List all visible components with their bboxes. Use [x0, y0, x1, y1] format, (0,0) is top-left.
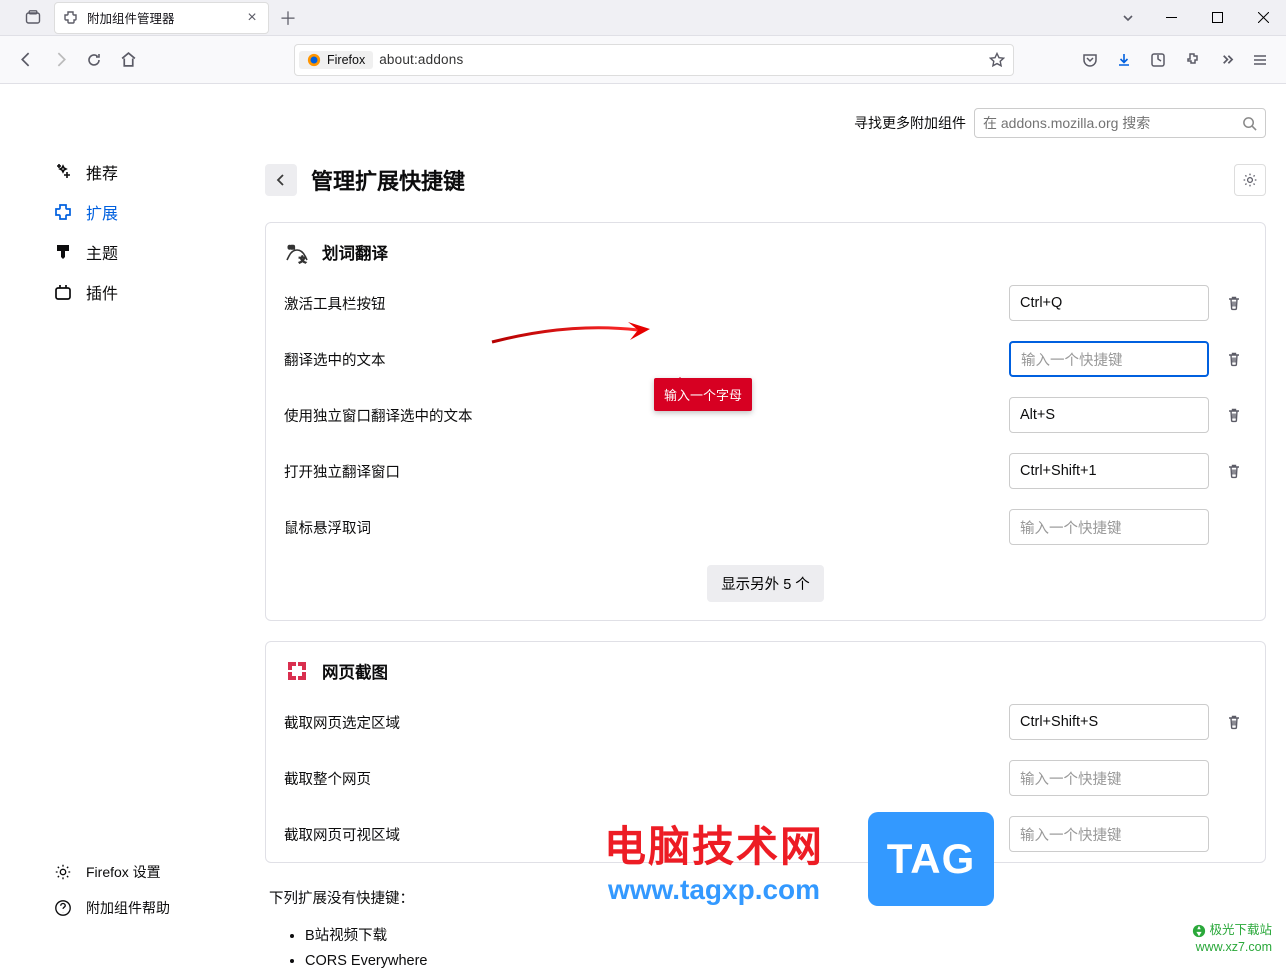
- url-text: about:addons: [379, 52, 979, 67]
- home-button[interactable]: [112, 44, 144, 76]
- firefox-logo-icon: [307, 53, 321, 67]
- shortcut-input[interactable]: 输入一个快捷键: [1009, 760, 1209, 796]
- shortcut-settings-button[interactable]: [1234, 164, 1266, 196]
- shortcut-delete-button[interactable]: [1221, 709, 1247, 735]
- sidebar-item-label: Firefox 设置: [86, 862, 161, 882]
- page-title: 管理扩展快捷键: [311, 164, 1220, 196]
- shortcut-row: 截取网页选定区域 Ctrl+Shift+S: [266, 694, 1265, 750]
- sidebar-item-label: 扩展: [86, 200, 118, 224]
- url-identity-label: Firefox: [327, 53, 365, 67]
- sidebar-item-label: 附加组件帮助: [86, 898, 170, 918]
- extensions-button[interactable]: [1176, 44, 1208, 76]
- shortcut-label: 打开独立翻译窗口: [284, 461, 997, 482]
- sidebar-item-recommendations[interactable]: 推荐: [44, 152, 245, 192]
- extension-name: 网页截图: [322, 659, 388, 683]
- app-menu-button[interactable]: [1244, 44, 1276, 76]
- shortcut-row: 翻译选中的文本输入一个快捷键输入一个字母: [266, 331, 1265, 387]
- search-icon: [1242, 116, 1257, 131]
- shortcut-delete-button[interactable]: [1221, 346, 1247, 372]
- tab-favicon-addon-icon: [63, 10, 79, 26]
- back-to-extensions-button[interactable]: [265, 164, 297, 196]
- sidebar: 推荐 扩展 主题 插件 Firefox 设置 附加组件帮助: [0, 84, 265, 970]
- plugin-icon: [52, 281, 74, 303]
- downloads-button[interactable]: [1108, 44, 1140, 76]
- tab-spaces-button[interactable]: [18, 3, 48, 33]
- shortcut-input[interactable]: Alt+S: [1009, 397, 1209, 433]
- shortcut-input[interactable]: 输入一个快捷键: [1009, 509, 1209, 545]
- forward-button[interactable]: [44, 44, 76, 76]
- paintbrush-icon: [52, 241, 74, 263]
- shortcut-label: 翻译选中的文本: [284, 349, 997, 370]
- extension-name: 划词翻译: [322, 240, 388, 264]
- url-identity-box[interactable]: Firefox: [299, 51, 373, 69]
- shortcut-input[interactable]: 输入一个快捷键: [1009, 341, 1209, 377]
- shortcut-row: 鼠标悬浮取词输入一个快捷键: [266, 499, 1265, 555]
- sidebar-item-themes[interactable]: 主题: [44, 232, 245, 272]
- browser-tab[interactable]: 附加组件管理器 ×: [54, 2, 269, 34]
- help-icon: [52, 897, 74, 919]
- shortcut-label: 使用独立窗口翻译选中的文本: [284, 405, 997, 426]
- no-shortcut-item: CORS Everywhere: [305, 949, 1266, 970]
- bookmark-star-button[interactable]: [985, 48, 1009, 72]
- shortcut-input[interactable]: 输入一个快捷键: [1009, 816, 1209, 852]
- shortcut-delete-button[interactable]: [1221, 402, 1247, 428]
- extension-card: en文划词翻译激活工具栏按钮Ctrl+Q翻译选中的文本输入一个快捷键输入一个字母…: [265, 222, 1266, 621]
- shortcut-delete-button[interactable]: [1221, 290, 1247, 316]
- extension-card: 网页截图截取网页选定区域Ctrl+Shift+S截取整个网页输入一个快捷键截取网…: [265, 641, 1266, 863]
- shortcut-label: 鼠标悬浮取词: [284, 517, 997, 538]
- shortcut-row: 截取整个网页输入一个快捷键: [266, 750, 1265, 806]
- puzzle-icon: [52, 201, 74, 223]
- svg-text:文: 文: [299, 255, 306, 264]
- reload-button[interactable]: [78, 44, 110, 76]
- window-maximize-button[interactable]: [1194, 0, 1240, 36]
- shortcut-input[interactable]: Ctrl+Q: [1009, 285, 1209, 321]
- account-button[interactable]: [1142, 44, 1174, 76]
- shortcut-label: 激活工具栏按钮: [284, 293, 997, 314]
- sidebar-item-label: 推荐: [86, 160, 118, 184]
- no-shortcut-list: B站视频下载CORS EverywhereGlobal Speed: 视频速度控…: [269, 920, 1266, 970]
- sidebar-item-label: 插件: [86, 280, 118, 304]
- url-bar[interactable]: Firefox about:addons: [294, 44, 1014, 76]
- sparkle-icon: [52, 161, 74, 183]
- tabs-dropdown-button[interactable]: [1108, 3, 1148, 33]
- svg-text:en: en: [288, 245, 295, 251]
- shortcut-row: 使用独立窗口翻译选中的文本 Alt+S: [266, 387, 1265, 443]
- shortcut-delete-button[interactable]: [1221, 458, 1247, 484]
- extension-icon: [284, 658, 310, 684]
- window-minimize-button[interactable]: [1148, 0, 1194, 36]
- sidebar-item-plugins[interactable]: 插件: [44, 272, 245, 312]
- shortcut-input[interactable]: Ctrl+Shift+1: [1009, 453, 1209, 489]
- shortcut-error-tooltip: 输入一个字母: [654, 378, 752, 411]
- navigation-toolbar: Firefox about:addons: [0, 36, 1286, 84]
- no-shortcut-item: B站视频下载: [305, 920, 1266, 949]
- back-button[interactable]: [10, 44, 42, 76]
- gear-icon: [52, 861, 74, 883]
- shortcut-label: 截取整个网页: [284, 768, 997, 789]
- new-tab-button[interactable]: ＋: [273, 3, 303, 33]
- tab-close-button[interactable]: ×: [244, 10, 260, 26]
- title-bar: 附加组件管理器 × ＋: [0, 0, 1286, 36]
- tab-title: 附加组件管理器: [87, 8, 236, 27]
- sidebar-item-addon-help[interactable]: 附加组件帮助: [44, 890, 245, 926]
- sidebar-item-label: 主题: [86, 240, 118, 264]
- no-shortcut-section: 下列扩展没有快捷键： B站视频下载CORS EverywhereGlobal S…: [265, 883, 1266, 970]
- shortcut-row: 打开独立翻译窗口 Ctrl+Shift+1: [266, 443, 1265, 499]
- extension-icon: en 文: [284, 239, 310, 265]
- sidebar-item-extensions[interactable]: 扩展: [44, 192, 245, 232]
- shortcut-row: 激活工具栏按钮 Ctrl+Q: [266, 275, 1265, 331]
- search-placeholder: 在 addons.mozilla.org 搜索: [983, 113, 1242, 133]
- overflow-button[interactable]: [1210, 44, 1242, 76]
- window-close-button[interactable]: [1240, 0, 1286, 36]
- show-more-button[interactable]: 显示另外 5 个: [707, 565, 824, 602]
- search-addons-label: 寻找更多附加组件: [854, 113, 966, 133]
- shortcut-label: 截取网页选定区域: [284, 712, 997, 733]
- shortcut-input[interactable]: Ctrl+Shift+S: [1009, 704, 1209, 740]
- search-addons-input[interactable]: 在 addons.mozilla.org 搜索: [974, 108, 1266, 138]
- shortcut-label: 截取网页可视区域: [284, 824, 997, 845]
- no-shortcut-title: 下列扩展没有快捷键：: [269, 887, 1266, 908]
- pocket-button[interactable]: [1074, 44, 1106, 76]
- shortcut-row: 截取网页可视区域输入一个快捷键: [266, 806, 1265, 862]
- main-content: 寻找更多附加组件 在 addons.mozilla.org 搜索 管理扩展快捷键…: [265, 84, 1286, 970]
- sidebar-item-firefox-settings[interactable]: Firefox 设置: [44, 854, 245, 890]
